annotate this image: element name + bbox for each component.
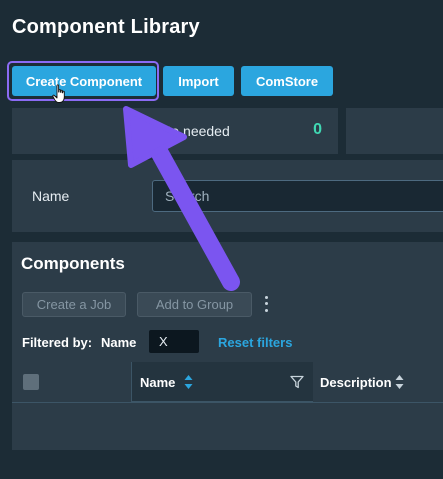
hand-cursor-icon: [52, 84, 65, 103]
import-button[interactable]: Import: [163, 66, 234, 96]
components-panel: Components Create a Job Add to Group Fil…: [12, 242, 443, 450]
components-title: Components: [21, 254, 125, 273]
stat-label: Update needed: [134, 123, 230, 139]
comstore-button[interactable]: ComStore: [241, 66, 333, 96]
select-all-checkbox[interactable]: [23, 374, 39, 390]
app-window: Component Library Create Component Impor…: [0, 0, 443, 479]
table-header: Name Description: [12, 362, 443, 403]
stats-row: Update needed 0: [0, 104, 443, 154]
reset-filters-link[interactable]: Reset filters: [218, 335, 292, 350]
filter-icon[interactable]: [290, 375, 304, 389]
name-column-underline: [132, 401, 313, 403]
stat-value: 0: [313, 121, 322, 138]
stat-card-secondary[interactable]: [346, 108, 443, 154]
filtered-by-label: Filtered by:: [22, 335, 93, 350]
update-needed-card[interactable]: Update needed 0: [12, 108, 338, 154]
filter-panel: Name: [12, 160, 443, 232]
sort-icon[interactable]: [184, 374, 193, 390]
search-input[interactable]: [152, 180, 443, 212]
more-options-icon[interactable]: [260, 294, 272, 314]
description-column-label[interactable]: Description: [320, 375, 392, 390]
create-job-button[interactable]: Create a Job: [22, 292, 126, 317]
create-component-button[interactable]: Create Component: [12, 66, 156, 96]
name-filter-label: Name: [32, 188, 70, 204]
filter-chip-value: X: [159, 334, 168, 349]
sort-icon[interactable]: [395, 374, 404, 390]
add-to-group-button[interactable]: Add to Group: [137, 292, 252, 317]
column-divider: [131, 362, 132, 402]
filter-chip[interactable]: X: [149, 330, 199, 353]
name-column-label: Name: [140, 375, 176, 390]
filtered-field-label: Name: [101, 335, 137, 350]
page-title: Component Library: [12, 16, 200, 38]
